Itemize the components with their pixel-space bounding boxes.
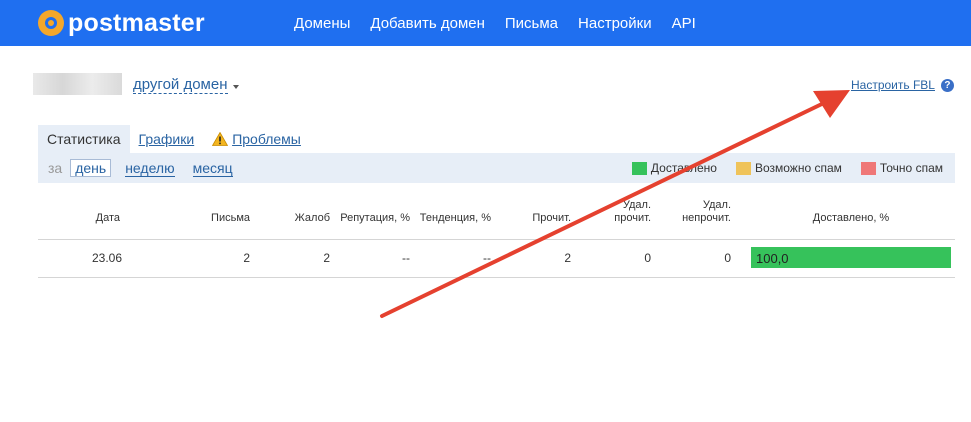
col-header-trend: Тенденция, % — [419, 212, 491, 224]
tab-statistics[interactable]: Статистика — [38, 125, 130, 153]
period-prefix: за — [48, 160, 63, 176]
cell-reputation: -- — [402, 251, 410, 265]
nav-add-domain[interactable]: Добавить домен — [370, 15, 485, 32]
annotation-arrow — [380, 90, 850, 318]
period-selector: за день неделю месяц — [48, 159, 251, 177]
fbl-setup-link[interactable]: Настроить FBL — [851, 78, 935, 92]
period-month[interactable]: месяц — [192, 160, 233, 177]
fbl-setup: Настроить FBL ? — [851, 78, 954, 92]
col-header-deleted-unread: Удал. непрочит. — [682, 199, 731, 224]
legend-swatch-maybe-spam — [735, 161, 751, 175]
tab-problems[interactable]: Проблемы — [203, 125, 310, 153]
legend-swatch-delivered — [631, 161, 647, 175]
legend-maybe-spam: Возможно спам — [735, 161, 842, 175]
cell-complaints: 2 — [323, 251, 330, 265]
blurred-domain-name — [33, 73, 122, 95]
legend: Доставлено Возможно спам Точно спам — [613, 161, 943, 175]
cell-deleted-read: 0 — [644, 251, 651, 265]
arrow-head — [813, 90, 850, 118]
legend-swatch-spam — [860, 161, 876, 175]
nav-settings[interactable]: Настройки — [578, 15, 652, 32]
col-header-deleted-read: Удал. прочит. — [614, 199, 651, 224]
cell-date: 23.06 — [91, 251, 122, 265]
nav-api[interactable]: API — [672, 15, 696, 32]
legend-delivered: Доставлено — [631, 161, 717, 175]
help-icon[interactable]: ? — [940, 78, 954, 92]
stats-tabs: Статистика Графики Проблемы — [38, 125, 310, 153]
col-header-complaints: Жалоб — [294, 212, 330, 224]
nav-letters[interactable]: Письма — [505, 15, 558, 32]
legend-spam: Точно спам — [860, 161, 943, 175]
period-filter-bar: за день неделю месяц Доставлено Возможно… — [38, 153, 955, 183]
chevron-down-icon — [232, 85, 239, 89]
tab-charts[interactable]: Графики — [130, 125, 204, 153]
cell-deleted-unread: 0 — [724, 251, 731, 265]
cell-read: 2 — [564, 251, 571, 265]
postmaster-logo[interactable]: postmaster — [38, 9, 205, 37]
col-header-read: Прочит. — [532, 212, 571, 224]
legend-label-delivered: Доставлено — [650, 161, 717, 175]
logo-text: postmaster — [68, 9, 205, 37]
table-row-divider — [38, 277, 955, 278]
table-header-divider — [38, 239, 955, 240]
other-domain-dropdown[interactable]: другой домен — [133, 76, 239, 94]
other-domain-label: другой домен — [133, 76, 228, 94]
col-header-date: Дата — [95, 212, 120, 224]
legend-label-spam: Точно спам — [879, 161, 943, 175]
col-header-delivered: Доставлено, % — [812, 212, 890, 224]
tab-problems-label: Проблемы — [232, 131, 301, 147]
col-header-letters: Письма — [211, 212, 250, 224]
warning-icon — [212, 132, 229, 146]
main-nav: Домены Добавить домен Письма Настройки A… — [294, 0, 716, 46]
top-navigation-bar: postmaster Домены Добавить домен Письма … — [0, 0, 971, 46]
legend-label-maybe-spam: Возможно спам — [754, 161, 842, 175]
cell-letters: 2 — [243, 251, 250, 265]
nav-domains[interactable]: Домены — [294, 15, 350, 32]
period-day[interactable]: день — [70, 159, 112, 177]
at-sign-icon — [38, 10, 64, 36]
col-header-reputation: Репутация, % — [340, 212, 410, 224]
delivered-value: 100,0 — [756, 251, 789, 266]
period-week[interactable]: неделю — [125, 160, 175, 177]
cell-trend: -- — [483, 251, 491, 265]
